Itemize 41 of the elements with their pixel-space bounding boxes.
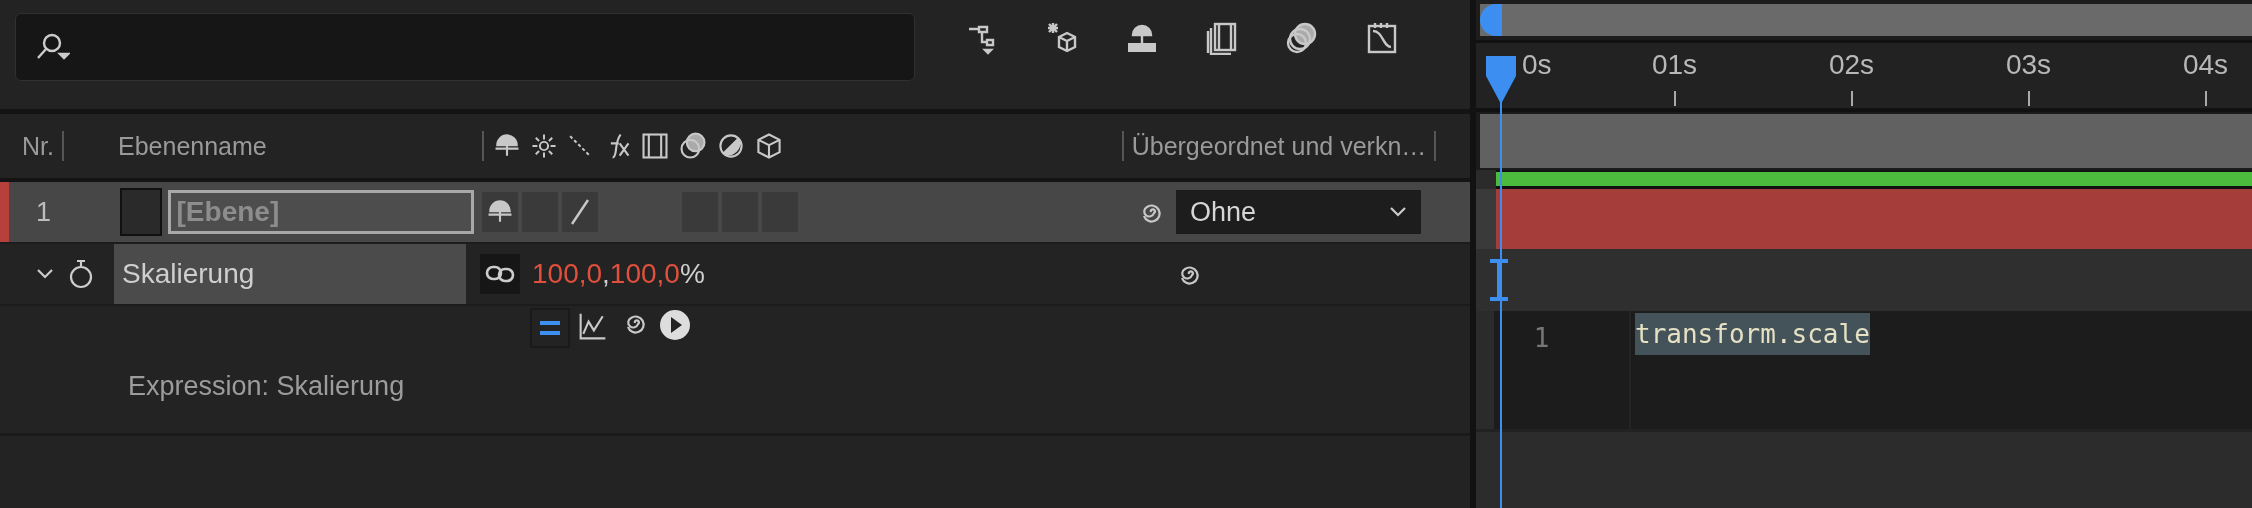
chain-icon [485,264,515,284]
layer-number: 1 [36,196,52,228]
column-header[interactable]: Nr. [22,131,54,161]
half-circle-icon[interactable] [716,131,746,161]
equals-icon [538,319,562,337]
ruler-label: 04s [2182,49,2229,81]
ruler-label: 03s [2005,49,2052,81]
chevron-icon [1389,206,1407,218]
stopwatch-icon[interactable] [68,258,94,290]
code-text[interactable]: transform.scale [1635,313,1870,355]
ruler-label: 02s [1828,49,1875,81]
expression-toggle[interactable] [530,308,570,348]
search-field[interactable] [15,13,915,81]
film-stack-icon[interactable] [1205,21,1239,55]
layer-color-swatch[interactable] [120,188,162,236]
cube-icon[interactable] [754,131,784,161]
expression-editor[interactable]: 1 transform.scale [1494,311,2252,429]
search-icon [34,32,70,62]
i-beam-icon [1488,258,1510,302]
line-number: 1 [1533,323,1550,355]
column-header[interactable]: Ebenenname [118,131,267,161]
ruler-label: 0s [1522,49,1552,81]
chevron-icon[interactable] [36,268,54,280]
sun-icon[interactable] [530,132,558,160]
time-ruler[interactable]: 0s 01s 02s 03s 04s [1476,40,2252,112]
scale-value[interactable]: 100,0,100,0% [532,258,705,290]
slash-icon [568,197,592,227]
layer-row[interactable]: 1 [Ebene] Ohne [0,182,1470,244]
link-button[interactable] [480,254,520,294]
quality-switch[interactable] [562,192,598,232]
ruler-label: 01s [1651,49,1698,81]
expression-label: Expression: Skalierung [128,371,405,402]
play-circle-icon[interactable] [658,308,692,342]
graph-editor-icon[interactable] [1365,21,1399,55]
property-name[interactable]: Skalierung [114,244,466,304]
circles-icon[interactable] [1285,21,1319,55]
column-header[interactable]: Übergeordnet und verkn… [1131,131,1427,161]
parent-dropdown[interactable]: Ohne [1176,190,1421,234]
circles-icon[interactable] [678,131,708,161]
sparkle-cube-icon[interactable] [1045,21,1079,55]
film-icon[interactable] [640,131,670,161]
